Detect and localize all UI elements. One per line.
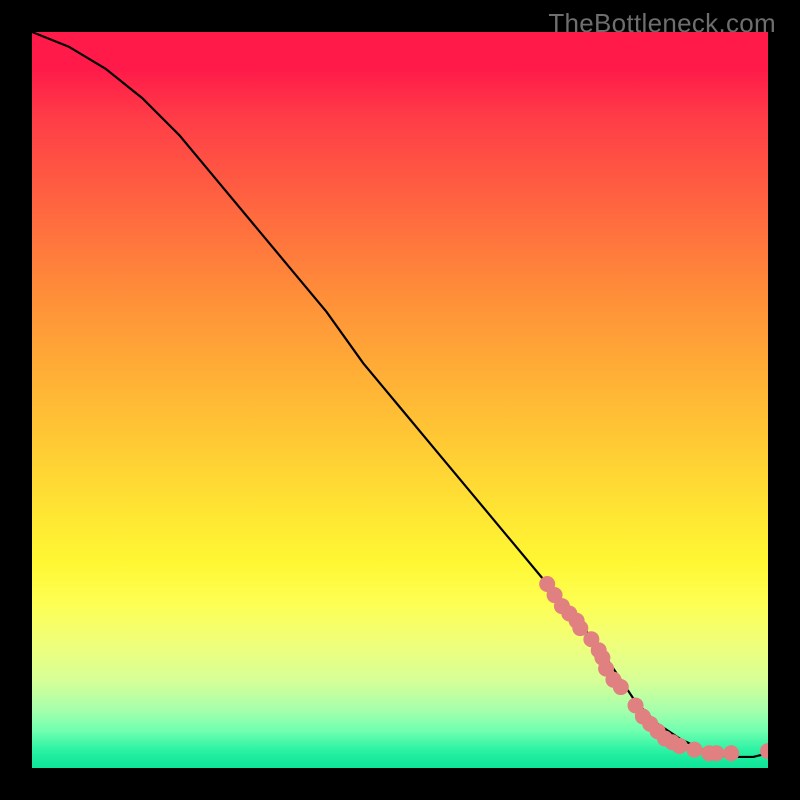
marker-point	[760, 743, 768, 759]
chart-frame: TheBottleneck.com	[0, 0, 800, 800]
marker-point	[613, 679, 629, 695]
marker-group	[539, 576, 768, 761]
marker-point	[672, 738, 688, 754]
marker-point	[708, 745, 724, 761]
marker-point	[723, 745, 739, 761]
plot-area	[32, 32, 768, 768]
marker-point	[686, 742, 702, 758]
bottleneck-curve	[32, 32, 768, 757]
chart-overlay	[32, 32, 768, 768]
watermark-text: TheBottleneck.com	[548, 8, 776, 39]
